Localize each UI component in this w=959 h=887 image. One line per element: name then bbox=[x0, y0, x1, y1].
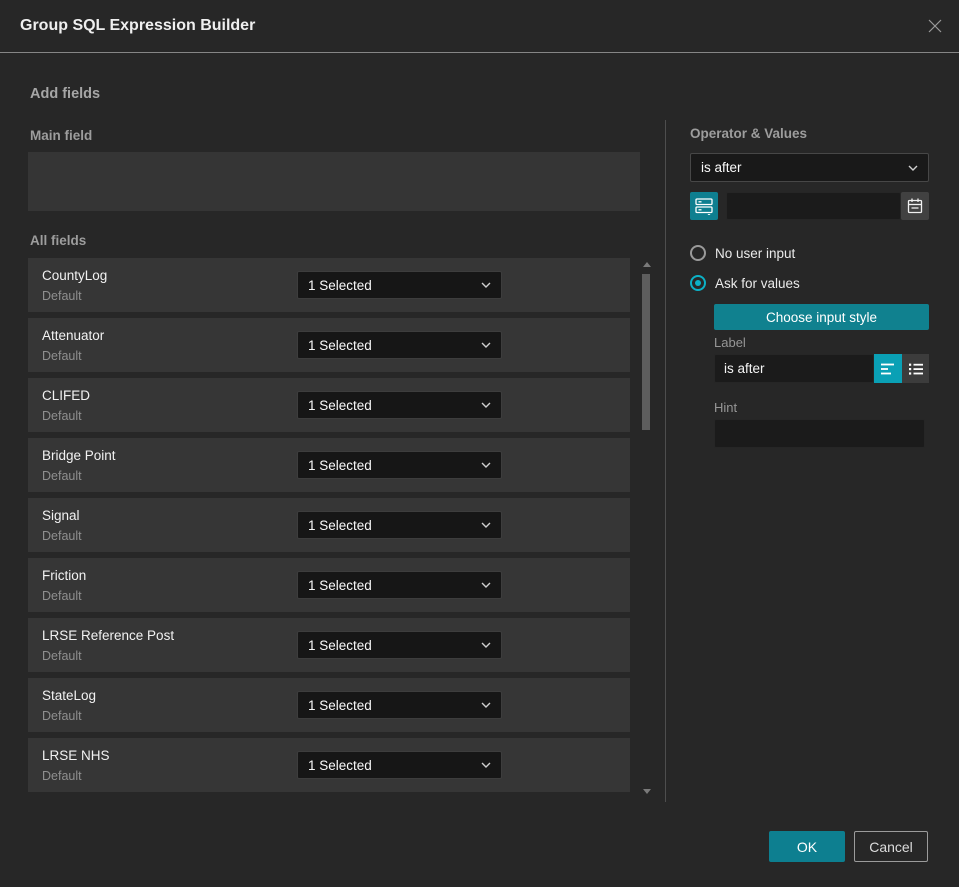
chevron-down-icon bbox=[481, 762, 491, 768]
unique-values-button[interactable] bbox=[690, 192, 718, 220]
align-left-style-button[interactable] bbox=[874, 354, 902, 383]
all-fields-list: CountyLog Default 1 Selected Attenuator … bbox=[28, 258, 630, 792]
bullet-list-style-button[interactable] bbox=[902, 354, 929, 383]
chevron-down-icon bbox=[481, 342, 491, 348]
chevron-down-icon bbox=[481, 702, 491, 708]
chevron-down-icon bbox=[481, 282, 491, 288]
field-value-select[interactable]: 1 Selected bbox=[297, 391, 502, 419]
radio-circle-unselected bbox=[690, 245, 706, 261]
field-row: Attenuator Default 1 Selected bbox=[28, 318, 630, 372]
align-left-icon bbox=[881, 363, 894, 374]
field-value-select-value: 1 Selected bbox=[308, 697, 372, 713]
field-value-select-value: 1 Selected bbox=[308, 457, 372, 473]
value-date-input[interactable] bbox=[726, 192, 901, 220]
field-value-select[interactable]: 1 Selected bbox=[297, 631, 502, 659]
cancel-button[interactable]: Cancel bbox=[854, 831, 928, 862]
field-row: StateLog Default 1 Selected bbox=[28, 678, 630, 732]
field-row: Signal Default 1 Selected bbox=[28, 498, 630, 552]
field-row: CountyLog Default 1 Selected bbox=[28, 258, 630, 312]
close-icon[interactable] bbox=[925, 16, 945, 36]
field-value-select[interactable]: 1 Selected bbox=[297, 571, 502, 599]
field-sub-label: Default bbox=[42, 469, 82, 483]
field-name: Bridge Point bbox=[42, 448, 116, 463]
chevron-down-icon bbox=[481, 462, 491, 468]
field-value-select-value: 1 Selected bbox=[308, 757, 372, 773]
scrollbar-thumb[interactable] bbox=[642, 274, 650, 430]
radio-no-user-input[interactable]: No user input bbox=[690, 245, 795, 261]
radio-circle-selected bbox=[690, 275, 706, 291]
field-sub-label: Default bbox=[42, 709, 82, 723]
field-sub-label: Default bbox=[42, 409, 82, 423]
operator-values-heading: Operator & Values bbox=[690, 126, 808, 141]
field-value-select[interactable]: 1 Selected bbox=[297, 271, 502, 299]
choose-input-style-button[interactable]: Choose input style bbox=[714, 304, 929, 330]
field-row: LRSE Reference Post Default 1 Selected bbox=[28, 618, 630, 672]
add-fields-heading: Add fields bbox=[30, 86, 101, 102]
main-field-heading: Main field bbox=[30, 128, 93, 143]
chevron-down-icon bbox=[481, 402, 491, 408]
field-sub-label: Default bbox=[42, 529, 82, 543]
field-value-select[interactable]: 1 Selected bbox=[297, 331, 502, 359]
field-name: CLIFED bbox=[42, 388, 91, 403]
label-caption: Label bbox=[714, 335, 746, 350]
hint-input[interactable] bbox=[714, 419, 925, 448]
scroll-up-icon[interactable] bbox=[643, 262, 651, 267]
hint-caption: Hint bbox=[714, 400, 738, 415]
field-name: LRSE Reference Post bbox=[42, 628, 175, 643]
field-value-select[interactable]: 1 Selected bbox=[297, 751, 502, 779]
field-name: CountyLog bbox=[42, 268, 108, 283]
operator-select-value: is after bbox=[701, 160, 742, 175]
chevron-down-icon bbox=[481, 642, 491, 648]
panel-divider bbox=[665, 120, 666, 802]
field-sub-label: Default bbox=[42, 769, 82, 783]
field-name: Attenuator bbox=[42, 328, 105, 343]
field-name: StateLog bbox=[42, 688, 97, 703]
field-value-select[interactable]: 1 Selected bbox=[297, 511, 502, 539]
field-value-select-value: 1 Selected bbox=[308, 397, 372, 413]
radio-ask-for-values[interactable]: Ask for values bbox=[690, 275, 800, 291]
header-divider bbox=[0, 52, 959, 53]
field-value-select-value: 1 Selected bbox=[308, 637, 372, 653]
fields-list-scrollbar bbox=[641, 258, 653, 800]
scroll-down-icon[interactable] bbox=[643, 789, 651, 794]
field-name: LRSE NHS bbox=[42, 748, 110, 763]
chevron-down-icon bbox=[908, 165, 918, 171]
values-stack-icon bbox=[695, 198, 713, 215]
field-sub-label: Default bbox=[42, 649, 82, 663]
calendar-icon bbox=[907, 198, 923, 214]
field-sub-label: Default bbox=[42, 349, 82, 363]
dialog-titlebar: Group SQL Expression Builder bbox=[0, 0, 959, 52]
label-input[interactable] bbox=[714, 354, 874, 383]
date-picker-button[interactable] bbox=[901, 192, 929, 220]
operator-select[interactable]: is after bbox=[690, 153, 929, 182]
field-sub-label: Default bbox=[42, 289, 82, 303]
chevron-down-icon bbox=[481, 582, 491, 588]
field-value-select[interactable]: 1 Selected bbox=[297, 451, 502, 479]
field-row: Bridge Point Default 1 Selected bbox=[28, 438, 630, 492]
field-sub-label: Default bbox=[42, 589, 82, 603]
field-name: Signal bbox=[42, 508, 80, 523]
field-value-select-value: 1 Selected bbox=[308, 337, 372, 353]
field-value-select-value: 1 Selected bbox=[308, 517, 372, 533]
field-value-select-value: 1 Selected bbox=[308, 277, 372, 293]
field-row: Friction Default 1 Selected bbox=[28, 558, 630, 612]
main-field-container: CountyLog | Default To Date bbox=[28, 152, 640, 348]
field-value-select[interactable]: 1 Selected bbox=[297, 691, 502, 719]
dialog-title: Group SQL Expression Builder bbox=[20, 17, 256, 34]
ok-button[interactable]: OK bbox=[769, 831, 845, 862]
group-sql-expression-builder-dialog: Group SQL Expression Builder Add fields … bbox=[0, 0, 959, 887]
radio-no-user-input-label: No user input bbox=[715, 245, 796, 261]
chevron-down-icon bbox=[481, 522, 491, 528]
field-row: CLIFED Default 1 Selected bbox=[28, 378, 630, 432]
field-name: Friction bbox=[42, 568, 87, 583]
field-value-select-value: 1 Selected bbox=[308, 577, 372, 593]
radio-ask-for-values-label: Ask for values bbox=[715, 275, 800, 291]
field-row: LRSE NHS Default 1 Selected bbox=[28, 738, 630, 792]
all-fields-heading: All fields bbox=[30, 233, 87, 248]
bullet-list-icon bbox=[908, 363, 923, 375]
